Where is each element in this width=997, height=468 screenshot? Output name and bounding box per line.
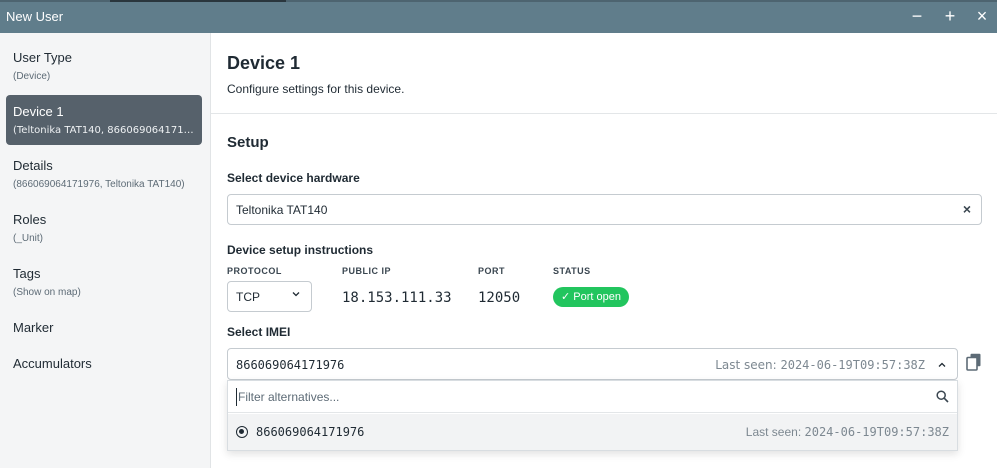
clear-icon[interactable]: × <box>963 201 971 217</box>
chevron-up-icon <box>938 362 946 367</box>
imei-dropdown: 866069064171976 Last seen: 2024-06-19T09… <box>227 380 958 451</box>
option-last-seen-label: Last seen: <box>745 425 805 439</box>
page-subtitle: Configure settings for this device. <box>227 82 405 96</box>
sidebar-item-label: Roles <box>13 212 47 227</box>
last-seen-timestamp: 2024-06-19T09:57:38Z <box>780 358 926 372</box>
protocol-header: PROTOCOL <box>227 266 282 276</box>
sidebar-item-marker[interactable]: Marker <box>6 311 202 343</box>
maximize-icon[interactable]: + <box>940 6 960 26</box>
sidebar-item-label: Details <box>13 158 53 173</box>
titlebar-top-strip-dark <box>110 0 286 2</box>
filter-input[interactable] <box>236 388 926 406</box>
status-header: STATUS <box>553 266 591 276</box>
status-badge: ✓ Port open <box>553 287 629 307</box>
option-imei: 866069064171976 <box>256 425 365 439</box>
protocol-select[interactable]: TCP <box>227 281 312 312</box>
sidebar-item-tags[interactable]: Tags (Show on map) <box>6 257 202 307</box>
sidebar-item-label: User Type <box>13 50 73 65</box>
window-title: New User <box>6 9 64 24</box>
copy-icon[interactable] <box>966 353 982 371</box>
section-title-setup: Setup <box>227 134 269 151</box>
sidebar-item-details[interactable]: Details (866069064171976, Teltonika TAT1… <box>6 149 202 199</box>
filter-bar <box>228 381 957 413</box>
sidebar-item-roles[interactable]: Roles (_Unit) <box>6 203 202 253</box>
hardware-label: Select device hardware <box>227 171 360 185</box>
wizard-sidebar: User Type (Device) Device 1 (Teltonika T… <box>0 33 211 468</box>
sidebar-item-summary: (Teltonika TAT140, 866069064171976) <box>13 125 197 136</box>
port-value: 12050 <box>478 290 521 306</box>
option-last-seen: Last seen: 2024-06-19T09:57:38Z <box>746 425 949 439</box>
sidebar-item-accumulators[interactable]: Accumulators <box>6 347 202 379</box>
public-ip-value: 18.153.111.33 <box>342 290 452 306</box>
last-seen-label: Last seen: <box>715 358 781 372</box>
imei-label: Select IMEI <box>227 325 291 339</box>
sidebar-item-label: Tags <box>13 266 41 281</box>
chevron-down-icon <box>292 292 300 297</box>
port-header: PORT <box>478 266 506 276</box>
instructions-label: Device setup instructions <box>227 243 374 257</box>
sidebar-item-label: Marker <box>13 320 54 335</box>
sidebar-item-summary: (866069064171976, Teltonika TAT140) <box>13 179 185 190</box>
sidebar-item-label: Accumulators <box>13 356 92 371</box>
main-panel: Device 1 Configure settings for this dev… <box>211 33 997 468</box>
sidebar-item-label: Device 1 <box>13 104 64 119</box>
sidebar-item-summary: (Show on map) <box>13 287 81 298</box>
imei-option[interactable]: 866069064171976 Last seen: 2024-06-19T09… <box>228 414 957 450</box>
radio-selected-icon <box>236 426 248 438</box>
sidebar-item-device-1[interactable]: Device 1 (Teltonika TAT140, 866069064171… <box>6 95 202 145</box>
sidebar-item-summary: (_Unit) <box>13 233 44 244</box>
search-icon <box>936 390 949 403</box>
imei-select[interactable]: 866069064171976 Last seen: 2024-06-19T09… <box>227 348 958 380</box>
window-titlebar: New User − + × <box>0 0 997 33</box>
public-ip-header: PUBLIC IP <box>342 266 392 276</box>
hardware-select[interactable]: Teltonika TAT140 × <box>227 194 982 225</box>
protocol-value: TCP <box>236 290 260 304</box>
hardware-value: Teltonika TAT140 <box>236 203 328 217</box>
sidebar-item-summary: (Device) <box>13 71 51 82</box>
option-last-seen-timestamp: 2024-06-19T09:57:38Z <box>804 425 950 439</box>
close-icon[interactable]: × <box>972 6 992 26</box>
minimize-icon[interactable]: − <box>907 6 927 26</box>
sidebar-item-user-type[interactable]: User Type (Device) <box>6 41 202 91</box>
page-title: Device 1 <box>227 53 301 73</box>
header-divider <box>211 113 997 114</box>
imei-value: 866069064171976 <box>236 358 345 372</box>
last-seen-text: Last seen: 2024-06-19T09:57:38Z <box>715 358 925 372</box>
